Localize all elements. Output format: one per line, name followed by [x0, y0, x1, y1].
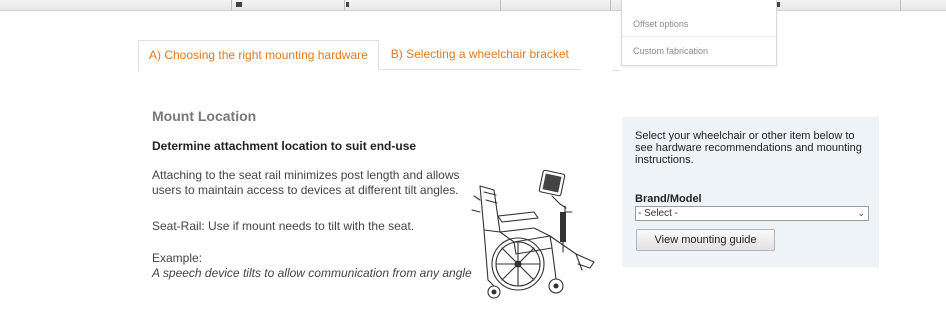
example-text: A speech device tilts to allow communica…	[152, 266, 472, 280]
seat-rail-note: Seat-Rail: Use if mount needs to tilt wi…	[152, 219, 415, 233]
tab-mounting-hardware[interactable]: A) Choosing the right mounting hardware	[138, 40, 379, 71]
chevron-down-icon: ⌄	[857, 208, 865, 218]
description-paragraph: Attaching to the seat rail minimizes pos…	[152, 168, 460, 197]
tab-wheelchair-bracket[interactable]: B) Selecting a wheelchair bracket	[378, 40, 581, 70]
tab-divider	[612, 70, 620, 71]
view-mounting-guide-button[interactable]: View mounting guide	[636, 229, 775, 251]
example-label: Example:	[152, 251, 203, 265]
section-title: Mount Location	[152, 108, 257, 124]
toolbar-segment	[500, 0, 611, 10]
menu-item-custom-fabrication[interactable]: Custom fabrication	[622, 37, 776, 65]
wheelchair-mount-illustration	[471, 170, 595, 299]
brand-model-select[interactable]: - Select - ⌄	[635, 206, 869, 221]
toolbar-segment	[776, 0, 901, 10]
panel-intro-text: Select your wheelchair or other item bel…	[635, 130, 862, 166]
brand-model-label: Brand/Model	[635, 193, 702, 205]
menu-item-offset-options[interactable]: Offset options	[622, 0, 776, 37]
subheading: Determine attachment location to suit en…	[152, 139, 417, 153]
dropdown-menu: Offset options Custom fabrication	[621, 0, 777, 66]
toolbar-segment	[352, 0, 501, 10]
toolbar-segment	[0, 0, 232, 10]
toolbar-segment	[244, 0, 345, 10]
select-value: - Select -	[638, 208, 679, 219]
tab-bar: A) Choosing the right mounting hardware …	[138, 40, 581, 71]
toolbar-icon	[236, 2, 242, 7]
wheelchair-selector-panel: Select your wheelchair or other item bel…	[622, 117, 879, 267]
toolbar-icon	[346, 2, 349, 7]
browser-toolbar	[0, 0, 946, 11]
